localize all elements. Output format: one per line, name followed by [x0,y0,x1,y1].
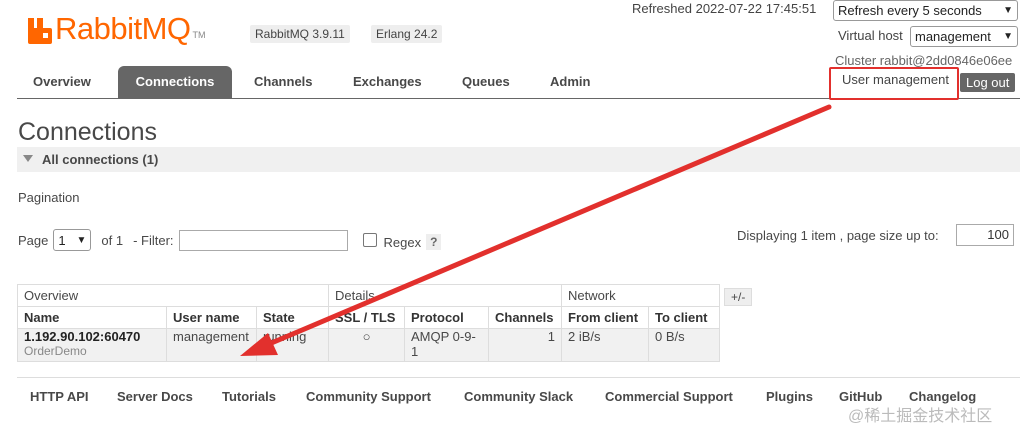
tab-queues[interactable]: Queues [446,66,526,98]
page-size-value: 100 [987,227,1009,242]
page-size-input[interactable]: 100 [956,224,1014,246]
logo-tm: TM [192,30,206,40]
annotation-highlight-box [829,67,959,100]
cell-user: management [166,328,257,362]
filter-label: - Filter: [133,232,174,248]
col-user-name[interactable]: User name [166,306,257,329]
regex-label: Regex [383,234,422,250]
col-ssl-tls[interactable]: SSL / TLS [328,306,405,329]
footer-link-community-support[interactable]: Community Support [306,389,431,404]
page-select-value: 1 [58,232,66,248]
displaying-summary: Displaying 1 item , page size up to: [737,228,939,243]
collapse-triangle-icon [23,155,33,162]
column-toggle-button[interactable]: +/- [724,288,753,306]
footer-link-server-docs[interactable]: Server Docs [117,389,193,404]
connection-client-name: OrderDemo [24,344,87,358]
pagination-title: Pagination [18,190,80,205]
col-protocol[interactable]: Protocol [404,306,489,329]
tab-admin[interactable]: Admin [534,66,606,98]
logo-text: RabbitMQ [55,11,191,46]
page-label: Page [18,232,49,248]
section-title: All connections (1) [42,152,159,167]
erlang-badge: Erlang 24.2 [371,25,443,43]
page-title: Connections [18,118,157,146]
version-badge: RabbitMQ 3.9.11 [250,25,350,43]
col-name[interactable]: Name [17,306,167,329]
virtual-host-value: management [915,29,991,44]
table-group-header: Overview Details Network [17,284,720,307]
connection-name-link[interactable]: 1.192.90.102:60470 [24,329,160,344]
cell-state: running [256,328,329,362]
watermark: @稀土掘金技术社区 [848,408,993,425]
cell-to-client: 0 B/s [648,328,720,362]
footer-link-tutorials[interactable]: Tutorials [222,389,276,404]
tab-overview[interactable]: Overview [17,66,107,98]
cell-channels: 1 [488,328,562,362]
cell-ssl: ○ [328,328,405,362]
page-select[interactable]: 1 ▼ [53,229,92,251]
table-row[interactable]: 1.192.90.102:60470 OrderDemo management … [17,328,720,362]
tab-exchanges[interactable]: Exchanges [337,66,438,98]
cell-name[interactable]: 1.192.90.102:60470 OrderDemo [17,328,167,362]
col-from-client[interactable]: From client [561,306,649,329]
tab-connections[interactable]: Connections [118,66,232,98]
footer-link-community-slack[interactable]: Community Slack [464,389,573,404]
virtual-host-select[interactable]: management ▼ [910,26,1018,47]
rabbit-logo-icon [28,18,52,44]
regex-help-icon[interactable]: ? [426,234,442,250]
page-count: of 1 [101,232,124,248]
refresh-interval-select[interactable]: Refresh every 5 seconds ▼ [833,0,1018,21]
footer-link-http-api[interactable]: HTTP API [30,389,89,404]
virtual-host-label: Virtual host [838,28,903,43]
footer-link-commercial-support[interactable]: Commercial Support [605,389,733,404]
chevron-down-icon: ▼ [76,234,87,246]
tab-channels[interactable]: Channels [238,66,329,98]
group-overview: Overview [17,284,329,307]
chevron-down-icon: ▼ [1003,5,1013,16]
footer-link-plugins[interactable]: Plugins [766,389,813,404]
connections-table: Overview Details Network Name User name … [17,284,720,362]
chevron-down-icon: ▼ [1003,31,1013,42]
refreshed-timestamp: Refreshed 2022-07-22 17:45:51 [632,1,817,16]
all-connections-toggle[interactable]: All connections (1) [17,147,1020,172]
group-details: Details [328,284,562,307]
col-channels[interactable]: Channels [488,306,562,329]
col-to-client[interactable]: To client [648,306,720,329]
col-state[interactable]: State [256,306,329,329]
logout-button[interactable]: Log out [960,73,1016,92]
table-column-header: Name User name State SSL / TLS Protocol … [17,306,720,329]
filter-input[interactable] [178,229,348,251]
group-network: Network [561,284,720,307]
cell-from-client: 2 iB/s [561,328,649,362]
rabbitmq-logo: RabbitMQ TM [28,8,206,44]
cell-protocol: AMQP 0-9-1 [404,328,489,362]
refresh-interval-value: Refresh every 5 seconds [838,3,982,18]
pagination-controls: Page 1 ▼ of 1 - Filter: Regex ? [18,229,442,251]
regex-checkbox[interactable] [362,233,377,247]
